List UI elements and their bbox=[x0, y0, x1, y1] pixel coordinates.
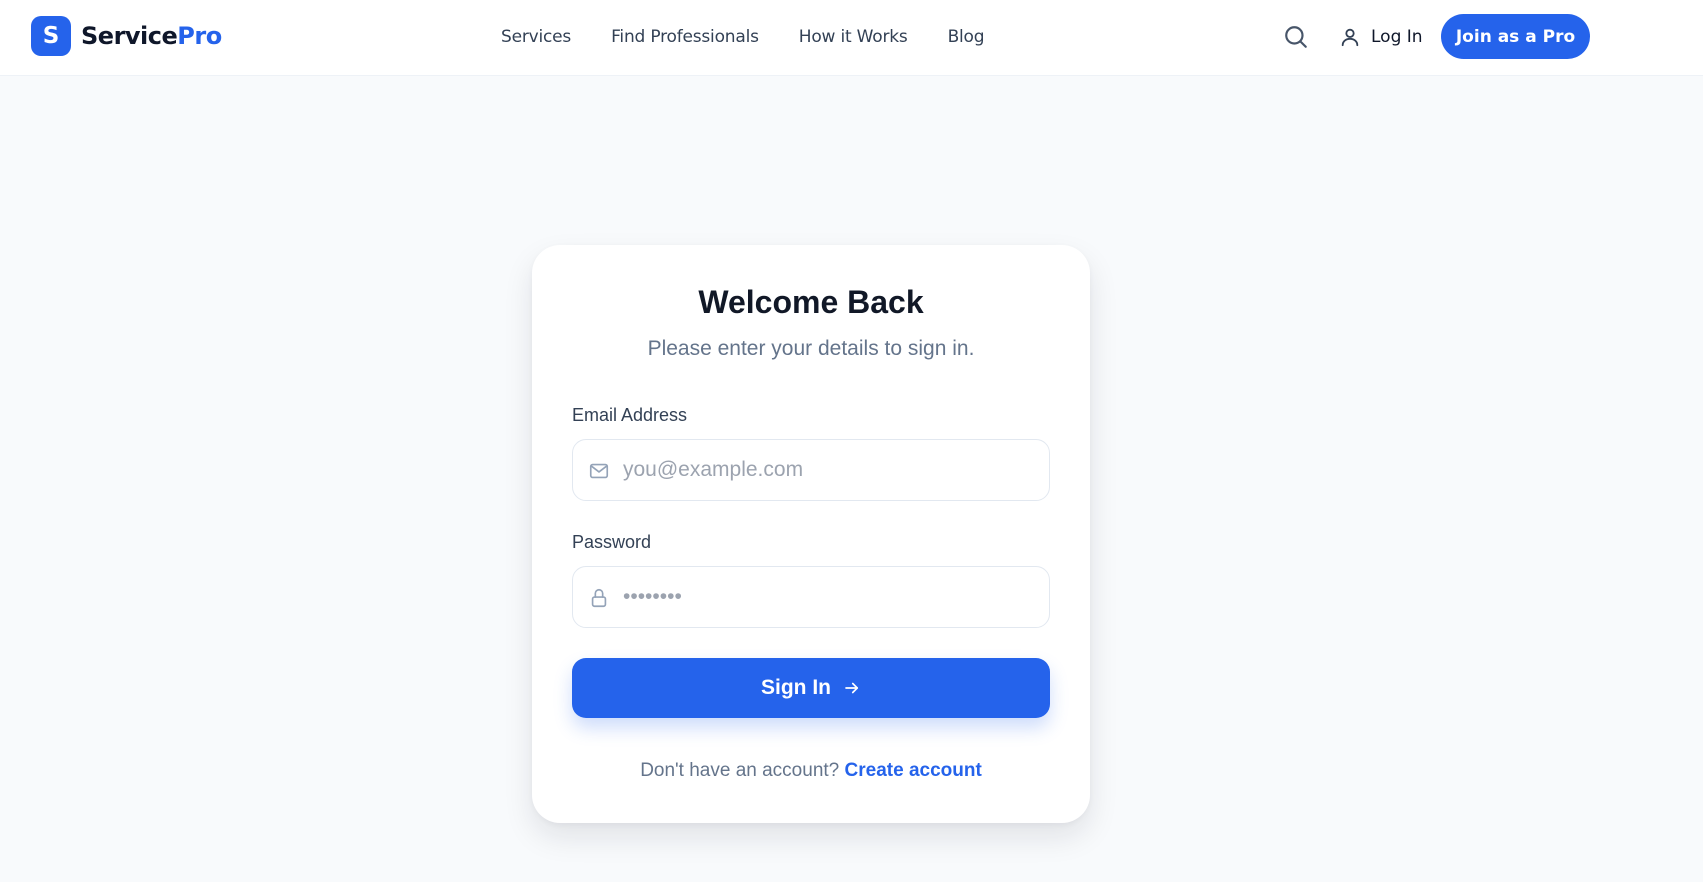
arrow-right-icon bbox=[845, 682, 859, 694]
nav-link-services[interactable]: Services bbox=[501, 27, 571, 47]
create-account-link[interactable]: Create account bbox=[845, 760, 982, 781]
brand-name-accent: Pro bbox=[177, 22, 222, 50]
login-label: Log In bbox=[1371, 27, 1423, 47]
search-button[interactable] bbox=[1283, 24, 1309, 50]
email-label: Email Address bbox=[572, 405, 688, 425]
nav-link-find-professionals[interactable]: Find Professionals bbox=[611, 27, 759, 47]
mail-icon bbox=[589, 463, 609, 479]
main-nav: Services Find Professionals How it Works… bbox=[501, 27, 985, 47]
brand-logo-link[interactable]: S ServicePro bbox=[31, 16, 222, 56]
sign-in-label: Sign In bbox=[761, 676, 831, 699]
sign-in-button[interactable]: Sign In bbox=[572, 658, 1050, 718]
signup-prompt-line: Don't have an account? Create account bbox=[532, 760, 1090, 782]
brand-logo-badge: S bbox=[31, 16, 71, 56]
lock-icon bbox=[591, 588, 607, 608]
password-field-wrapper bbox=[572, 566, 1050, 628]
join-as-pro-button[interactable]: Join as a Pro bbox=[1441, 14, 1590, 59]
password-label: Password bbox=[572, 532, 652, 552]
login-subtitle: Please enter your details to sign in. bbox=[647, 337, 975, 360]
email-input[interactable] bbox=[623, 440, 1033, 500]
brand-name-main: Service bbox=[81, 22, 178, 50]
password-input[interactable] bbox=[623, 567, 1033, 627]
login-title: Welcome Back bbox=[698, 284, 924, 320]
signup-prompt: Don't have an account? bbox=[640, 760, 840, 781]
login-link[interactable]: Log In bbox=[1339, 26, 1423, 48]
user-icon bbox=[1341, 28, 1359, 47]
email-field-wrapper bbox=[572, 439, 1050, 501]
login-card: Welcome Back Please enter your details t… bbox=[532, 245, 1090, 823]
nav-link-how-it-works[interactable]: How it Works bbox=[799, 27, 908, 47]
brand-name: ServicePro bbox=[81, 22, 222, 50]
search-icon bbox=[1285, 26, 1307, 48]
top-navigation-bar: S ServicePro Services Find Professionals… bbox=[0, 0, 1703, 76]
nav-link-blog[interactable]: Blog bbox=[948, 27, 985, 47]
